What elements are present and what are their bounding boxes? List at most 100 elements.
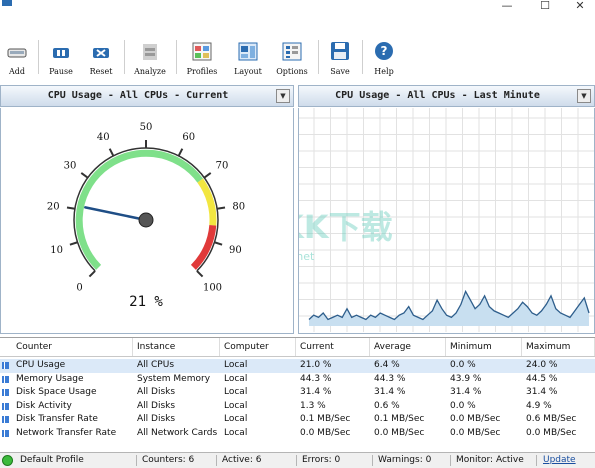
column-header-computer[interactable]: Computer — [220, 338, 296, 356]
status-errors: Errors: 0 — [302, 455, 341, 465]
toolbar-separator — [124, 40, 125, 74]
save-button[interactable]: Save — [324, 36, 356, 80]
cell-counter: Disk Transfer Rate — [16, 414, 98, 424]
profiles-button[interactable]: Profiles — [182, 36, 222, 80]
gauge-major-tick — [214, 241, 223, 246]
cell-instance: All Disks — [137, 387, 176, 397]
svg-text:?: ? — [381, 44, 388, 58]
reset-button[interactable]: Reset — [84, 36, 118, 80]
pause-button[interactable]: Pause — [44, 36, 78, 80]
cell-maximum: 31.4 % — [526, 387, 558, 397]
analyze-button[interactable]: Analyze — [130, 36, 170, 80]
app-icon — [2, 0, 12, 6]
save-label: Save — [330, 67, 350, 76]
cell-computer: Local — [224, 427, 248, 438]
gauge-major-tick — [196, 270, 204, 278]
chevron-down-icon: ▼ — [581, 92, 587, 100]
left-panel-dropdown-button[interactable]: ▼ — [276, 89, 290, 103]
profile-status-icon — [2, 455, 13, 466]
update-link[interactable]: Update — [543, 453, 576, 468]
reset-label: Reset — [89, 67, 113, 76]
cell-current: 1.3 % — [300, 400, 326, 411]
toolbar-separator — [38, 40, 39, 74]
gauge-red-band — [190, 224, 217, 270]
options-button[interactable]: Options — [272, 36, 312, 80]
add-label: Add — [8, 67, 26, 76]
cell-average: 6.4 % — [374, 360, 400, 370]
watermark-url: www.kkx.net — [299, 250, 315, 263]
cell-maximum: 44.5 % — [526, 373, 558, 384]
counter-chart-icon — [2, 429, 9, 437]
table-row[interactable]: Memory Usage System Memory Local 44.3 % 44.3… — [0, 373, 595, 387]
analyze-label: Analyze — [134, 67, 166, 76]
header-divider — [0, 356, 595, 357]
cpu-history-graph-panel: KK下载 www.kkx.net — [244, 108, 595, 334]
profiles-label: Profiles — [186, 67, 218, 76]
table-row[interactable]: CPU Usage All CPUs Local 21.0 % 6.4 % 0.0 % 24… — [0, 359, 595, 373]
table-row[interactable]: Network Transfer Rate All Network Cards Lo… — [0, 427, 595, 441]
pause-label: Pause — [49, 67, 73, 76]
counters-table: Counter Instance Computer Current Averag… — [0, 337, 595, 453]
table-row[interactable]: Disk Space Usage All Disks Local 31.4 % 31.4… — [0, 386, 595, 400]
status-separator — [296, 455, 297, 466]
column-header-counter[interactable]: Counter — [12, 338, 133, 356]
gauge-tick-label: 0 — [76, 283, 82, 294]
table-row[interactable]: Disk Activity All Disks Local 1.3 % 0.6 % 0.0… — [0, 400, 595, 414]
add-button[interactable]: Add — [0, 36, 34, 80]
cell-minimum: 43.9 % — [450, 373, 482, 384]
save-floppy-icon — [331, 42, 349, 60]
cell-current: 21.0 % — [300, 360, 332, 370]
cpu-current-panel-header: CPU Usage - All CPUs - Current ▼ — [0, 85, 294, 107]
counter-chart-icon — [2, 362, 9, 369]
toolbar: Add Pause Reset Analyze Profiles Layout … — [0, 36, 595, 80]
cpu-last-minute-panel-header: CPU Usage - All CPUs - Last Minute ▼ — [298, 85, 595, 107]
gauge-major-tick — [66, 206, 76, 210]
gauge-major-tick — [69, 241, 78, 246]
toolbar-separator — [318, 40, 319, 74]
cell-instance: All Disks — [137, 400, 176, 411]
cell-counter: Disk Activity — [16, 400, 72, 411]
help-label: Help — [374, 67, 394, 76]
cell-current: 31.4 % — [300, 387, 332, 397]
column-header-maximum[interactable]: Maximum — [522, 338, 595, 356]
layout-label: Layout — [234, 67, 262, 76]
gauge-tick-label: 70 — [216, 161, 229, 172]
cell-average: 44.3 % — [374, 373, 406, 384]
maximize-button[interactable]: ☐ — [533, 0, 557, 12]
cell-computer: Local — [224, 387, 248, 397]
close-button[interactable]: ✕ — [568, 0, 592, 12]
table-row[interactable]: Disk Transfer Rate All Disks Local 0.1 MB/S… — [0, 413, 595, 427]
cell-maximum: 0.0 MB/Sec — [526, 427, 577, 438]
column-header-minimum[interactable]: Minimum — [446, 338, 522, 356]
counter-chart-icon — [2, 375, 9, 383]
minimize-button[interactable]: — — [495, 0, 519, 12]
cell-minimum: 0.0 % — [450, 400, 476, 411]
cell-maximum: 0.6 MB/Sec — [526, 414, 577, 424]
status-active: Active: 6 — [222, 455, 262, 465]
layout-icon — [238, 42, 258, 61]
status-separator — [136, 455, 137, 466]
title-bar: — ☐ ✕ — [0, 0, 595, 14]
gauge-tick-label: 60 — [182, 132, 195, 143]
column-header-instance[interactable]: Instance — [133, 338, 220, 356]
cell-current: 0.0 MB/Sec — [300, 427, 351, 438]
options-label: Options — [276, 67, 308, 76]
watermark-logo: KK下载 — [299, 208, 393, 246]
cpu-history-area — [309, 291, 589, 326]
profiles-icon — [192, 42, 212, 61]
cell-maximum: 4.9 % — [526, 400, 552, 411]
chevron-down-icon: ▼ — [280, 92, 286, 100]
cell-minimum: 0.0 % — [450, 360, 476, 370]
column-header-average[interactable]: Average — [370, 338, 446, 356]
cell-instance: All Disks — [137, 414, 176, 424]
layout-button[interactable]: Layout — [228, 36, 268, 80]
cpu-gauge-panel: 0 10 20 30 40 50 60 70 80 90 100 21 % — [0, 108, 294, 334]
toolbar-separator — [176, 40, 177, 74]
cell-counter: Disk Space Usage — [16, 387, 97, 397]
help-button[interactable]: ? Help — [368, 36, 400, 80]
column-header-current[interactable]: Current — [296, 338, 370, 356]
cell-computer: Local — [224, 414, 248, 424]
right-panel-dropdown-button[interactable]: ▼ — [577, 89, 591, 103]
cell-minimum: 0.0 MB/Sec — [450, 414, 501, 424]
status-profile: Default Profile — [20, 455, 84, 465]
